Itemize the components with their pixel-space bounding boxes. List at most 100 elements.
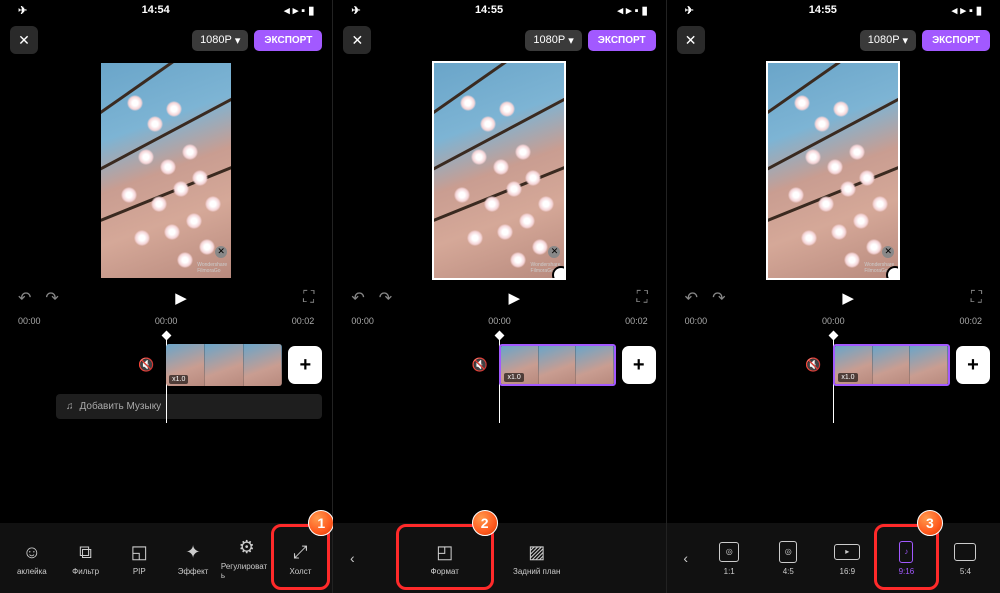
export-label: ЭКСПОРТ	[932, 35, 980, 46]
video-preview[interactable]: ✕ WondershareFilmoraGo	[768, 63, 898, 278]
ratio-4-5[interactable]: ◎ 4:5	[760, 528, 817, 588]
mute-icon[interactable]: 🔇	[138, 357, 154, 373]
time-mark: 00:02	[959, 316, 982, 334]
play-button[interactable]: ▶	[175, 289, 187, 307]
export-button[interactable]: ЭКСПОРТ	[588, 30, 656, 51]
ratio-box-icon: ◎	[719, 541, 739, 563]
back-button[interactable]: ‹	[339, 550, 365, 566]
export-label: ЭКСПОРТ	[598, 35, 646, 46]
redo-button[interactable]: ↷	[712, 288, 725, 308]
export-button[interactable]: ЭКСПОРТ	[922, 30, 990, 51]
fullscreen-button[interactable]: ⛶	[636, 289, 647, 307]
effect-icon: ✦	[185, 541, 200, 563]
timeline[interactable]: 🔇 x1.0 +	[333, 334, 665, 523]
tool-effect[interactable]: ✦ Эффект	[167, 528, 219, 588]
video-clip[interactable]: x1.0	[166, 344, 282, 386]
tool-background[interactable]: ▨ Задний план	[492, 528, 582, 588]
ratio-label: 9:16	[899, 567, 915, 576]
ratio-label: 16:9	[840, 567, 856, 576]
ratio-label: 1:1	[724, 567, 735, 576]
watermark-text: WondershareFilmoraGo	[531, 262, 561, 274]
tool-label: Задний план	[513, 567, 560, 576]
add-music-row[interactable]: ♫Добавить Музыку	[56, 394, 322, 419]
video-clip[interactable]: x1.0	[833, 344, 950, 386]
undo-button[interactable]: ↶	[18, 288, 31, 308]
add-clip-button[interactable]: +	[622, 346, 656, 384]
status-bar: ✈ 14:55 ◂ ▸ ▪ ▮	[667, 0, 1000, 20]
close-icon: ✕	[18, 32, 30, 49]
mute-icon[interactable]: 🔇	[471, 357, 487, 373]
tool-canvas[interactable]: ⤢ Холст	[275, 528, 327, 588]
top-bar: ✕ 1080P▾ ЭКСПОРТ	[0, 20, 332, 60]
watermark-text: WondershareFilmoraGo	[197, 262, 227, 274]
ratio-box-icon	[954, 541, 976, 563]
video-preview[interactable]: ✕ WondershareFilmoraGo	[101, 63, 231, 278]
close-button[interactable]: ✕	[10, 26, 38, 54]
resolution-label: 1080P	[868, 34, 900, 46]
ratio-1-1[interactable]: ◎ 1:1	[701, 528, 758, 588]
export-button[interactable]: ЭКСПОРТ	[254, 30, 322, 51]
resolution-button[interactable]: 1080P▾	[192, 30, 248, 51]
ratio-16-9[interactable]: ▸ 16:9	[819, 528, 876, 588]
chevron-down-icon: ▾	[235, 34, 241, 47]
back-button[interactable]: ‹	[673, 550, 699, 566]
add-clip-button[interactable]: +	[288, 346, 322, 384]
fullscreen-button[interactable]: ⛶	[971, 289, 982, 307]
status-time: 14:55	[475, 4, 503, 16]
ratio-9-16[interactable]: ♪ 9:16	[878, 528, 935, 588]
resolution-button[interactable]: 1080P▾	[525, 30, 581, 51]
watermark-close[interactable]: ✕	[882, 246, 894, 258]
undo-button[interactable]: ↶	[351, 288, 364, 308]
watermark-close[interactable]: ✕	[548, 246, 560, 258]
ratio-5-4[interactable]: 5:4	[937, 528, 994, 588]
video-preview[interactable]: ✕ WondershareFilmoraGo	[434, 63, 564, 278]
preview-area[interactable]: ✕ WondershareFilmoraGo	[0, 60, 332, 280]
airplane-icon: ✈	[351, 4, 360, 17]
tool-label: Холст	[290, 567, 312, 576]
tool-pip[interactable]: ◱ PIP	[113, 528, 165, 588]
fullscreen-button[interactable]: ⛶	[303, 289, 314, 307]
tool-format[interactable]: ◰ Формат	[400, 528, 490, 588]
ratio-box-icon: ♪	[899, 541, 913, 563]
video-clip[interactable]: x1.0	[499, 344, 615, 386]
mute-icon[interactable]: 🔇	[805, 357, 821, 373]
ratio-box-icon: ▸	[834, 541, 860, 563]
close-button[interactable]: ✕	[343, 26, 371, 54]
time-mark: 00:02	[625, 316, 648, 334]
bottom-toolbar: ‹ ◎ 1:1 ◎ 4:5 ▸ 16:9 ♪ 9:16 5:4	[667, 523, 1000, 593]
add-clip-button[interactable]: +	[956, 346, 990, 384]
resolution-button[interactable]: 1080P▾	[860, 30, 916, 51]
timeline[interactable]: 🔇 x1.0 +	[667, 334, 1000, 523]
watermark-close[interactable]: ✕	[215, 246, 227, 258]
music-icon: ♫	[66, 401, 74, 412]
time-mark: 00:00	[18, 316, 41, 334]
preview-area[interactable]: ✕ WondershareFilmoraGo	[333, 60, 665, 280]
undo-button[interactable]: ↶	[685, 288, 698, 308]
redo-button[interactable]: ↷	[45, 288, 58, 308]
tool-label: аклейка	[17, 567, 47, 576]
timeline[interactable]: 🔇 x1.0 + ♫Добавить Музыку	[0, 334, 332, 523]
playback-controls: ↶ ↷ ▶ ⛶	[0, 280, 332, 316]
status-left: ✈	[18, 4, 27, 17]
airplane-icon: ✈	[18, 4, 27, 17]
resolution-label: 1080P	[200, 34, 232, 46]
play-button[interactable]: ▶	[842, 289, 854, 307]
tool-filter[interactable]: ⧉ Фильтр	[60, 528, 112, 588]
play-button[interactable]: ▶	[509, 289, 521, 307]
top-bar: ✕ 1080P▾ ЭКСПОРТ	[667, 20, 1000, 60]
tool-adjust[interactable]: ⚙ Регулироват ь	[221, 528, 273, 588]
clip-speed-badge: x1.0	[169, 375, 188, 384]
ratio-box-icon: ◎	[779, 541, 797, 563]
tool-label: Формат	[430, 567, 458, 576]
tool-sticker[interactable]: ☺ аклейка	[6, 528, 58, 588]
status-right: ◂ ▸ ▪ ▮	[952, 4, 982, 17]
resolution-label: 1080P	[533, 34, 565, 46]
clip-speed-badge: x1.0	[838, 373, 857, 382]
redo-button[interactable]: ↷	[379, 288, 392, 308]
playback-controls: ↶ ↷ ▶ ⛶	[333, 280, 665, 316]
status-bar: ✈ 14:55 ◂ ▸ ▪ ▮	[333, 0, 665, 20]
canvas-icon: ⤢	[293, 541, 307, 563]
tool-label: Эффект	[178, 567, 209, 576]
preview-area[interactable]: ✕ WondershareFilmoraGo	[667, 60, 1000, 280]
close-button[interactable]: ✕	[677, 26, 705, 54]
